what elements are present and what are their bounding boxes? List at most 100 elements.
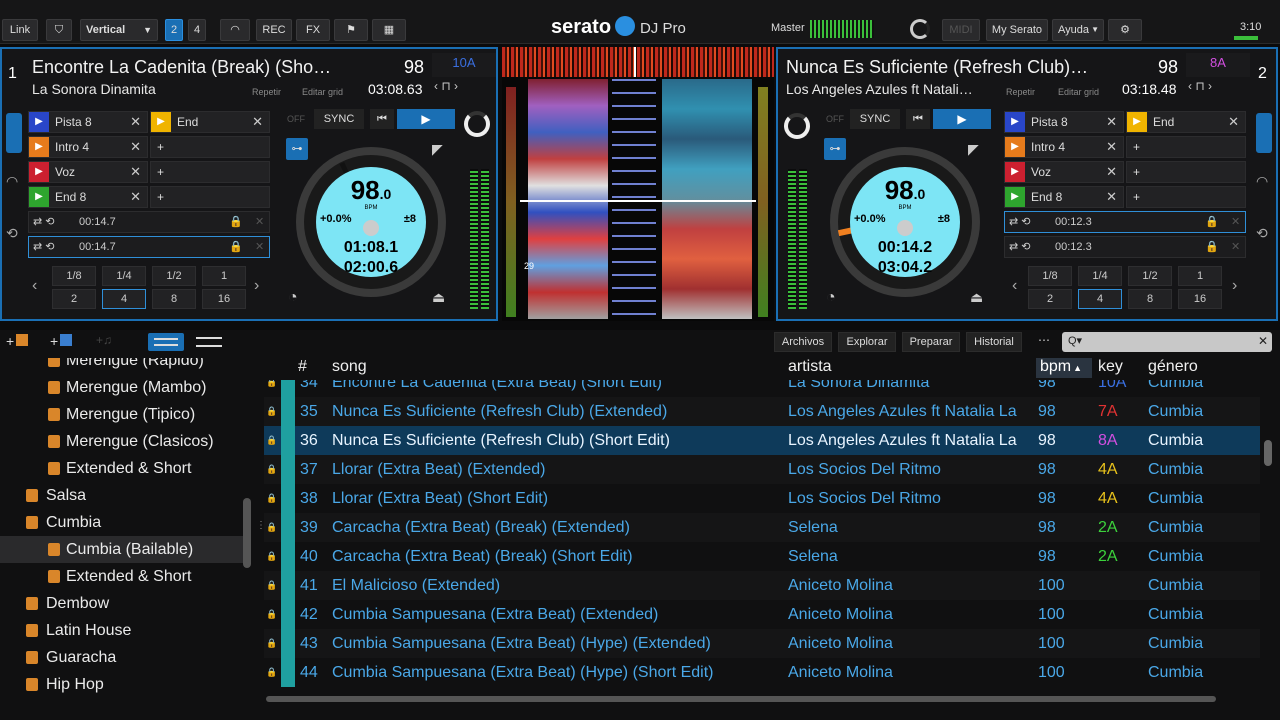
keylock-icon[interactable]: ◤ xyxy=(432,141,443,158)
cue-add-button[interactable]: + xyxy=(150,136,270,158)
close-icon[interactable]: ✕ xyxy=(130,137,141,157)
cue-mode-icon[interactable] xyxy=(1256,113,1272,153)
headphones-icon[interactable]: ◠ xyxy=(1256,173,1268,190)
settings-button[interactable]: ⚙ xyxy=(1108,19,1142,41)
add-crate-button[interactable]: + xyxy=(6,333,29,349)
loop-mode-icon[interactable]: ⟲ xyxy=(1256,225,1268,242)
beatjump-left[interactable]: ‹ xyxy=(1012,277,1017,295)
beatjump-left[interactable]: ‹ xyxy=(32,277,37,295)
cue-point-4[interactable]: ▶ End 8 ✕ xyxy=(28,186,148,208)
fx-link-icon[interactable]: ⊶ xyxy=(286,138,308,160)
loop-size-1-4[interactable]: 1/4 xyxy=(102,266,146,286)
midi-button[interactable]: MIDI xyxy=(942,19,980,41)
saved-loop-1[interactable]: ⇄ ⟲ 00:12.3 🔒 ✕ xyxy=(1004,211,1246,233)
deck-count-2-button[interactable]: 2 xyxy=(165,19,183,41)
keyboard-button[interactable]: ▦ xyxy=(372,19,406,41)
cue-point-1[interactable]: ▶ Pista 8 ✕ xyxy=(28,111,148,133)
loop-mode-icon[interactable]: ⟲ xyxy=(6,225,18,242)
close-icon[interactable]: ✕ xyxy=(1231,212,1240,232)
play-button[interactable]: ▶ xyxy=(933,109,991,129)
repeat-label[interactable]: Repetir xyxy=(1006,87,1035,97)
edit-grid-label[interactable]: Editar grid xyxy=(302,87,343,97)
tempo-knob[interactable] xyxy=(464,111,490,137)
column-header-key[interactable]: key xyxy=(1098,358,1123,376)
shield-button[interactable]: ⛉ xyxy=(46,19,72,41)
master-volume-knob[interactable] xyxy=(910,19,930,39)
horizontal-scrollbar[interactable] xyxy=(266,696,1216,702)
add-subcrate-button[interactable]: +♫ xyxy=(96,333,112,347)
table-row[interactable]: 🔒 41 El Malicioso (Extended) Aniceto Molina… xyxy=(264,571,1260,600)
loop-size-2[interactable]: 2 xyxy=(1028,289,1072,309)
cue-point-2[interactable]: ▶ Intro 4 ✕ xyxy=(1004,136,1124,158)
close-icon[interactable]: ✕ xyxy=(130,187,141,207)
clear-search-icon[interactable]: ✕ xyxy=(1258,334,1268,348)
cue-add-button[interactable]: + xyxy=(1126,161,1246,183)
tempo-knob[interactable] xyxy=(784,113,810,139)
close-icon[interactable]: ✕ xyxy=(130,162,141,182)
loop-size-1-4[interactable]: 1/4 xyxy=(1078,266,1122,286)
close-icon[interactable]: ✕ xyxy=(255,212,264,232)
loop-size-1-2[interactable]: 1/2 xyxy=(1128,266,1172,286)
loop-size-16[interactable]: 16 xyxy=(202,289,246,309)
table-row[interactable]: 🔒 38 Llorar (Extra Beat) (Short Edit) Los S… xyxy=(264,484,1260,513)
off-button[interactable]: OFF xyxy=(287,114,305,124)
tab-historial[interactable]: Historial xyxy=(966,332,1022,352)
saved-loop-1[interactable]: ⇄ ⟲ 00:14.7 🔒 ✕ xyxy=(28,211,270,233)
loop-size-1-8[interactable]: 1/8 xyxy=(1028,266,1072,286)
off-button[interactable]: OFF xyxy=(826,114,844,124)
edit-grid-label[interactable]: Editar grid xyxy=(1058,87,1099,97)
table-row[interactable]: 🔒 39 Carcacha (Extra Beat) (Break) (Extend… xyxy=(264,513,1260,542)
cue-add-button[interactable]: + xyxy=(1126,136,1246,158)
add-smart-crate-button[interactable]: + xyxy=(50,333,73,349)
column-header-num[interactable]: # xyxy=(298,358,307,376)
link-button[interactable]: Link xyxy=(2,19,38,41)
deck-nav-buttons[interactable]: ‹ ⊓ › xyxy=(434,79,496,99)
column-header-genre[interactable]: género xyxy=(1148,358,1198,376)
play-button[interactable]: ▶ xyxy=(397,109,455,129)
lock-icon[interactable]: 🔒 xyxy=(1205,212,1219,232)
lock-icon[interactable]: 🔒 xyxy=(229,212,243,232)
list-view-button[interactable] xyxy=(192,333,226,351)
loop-size-1-8[interactable]: 1/8 xyxy=(52,266,96,286)
repeat-label[interactable]: Repetir xyxy=(252,87,281,97)
column-header-bpm[interactable]: bpm ▲ xyxy=(1036,358,1092,378)
close-icon[interactable]: ✕ xyxy=(252,112,263,132)
keylock-icon[interactable]: ◤ xyxy=(968,141,979,158)
tab-preparar[interactable]: Preparar xyxy=(902,332,960,352)
eject-button[interactable]: ⏏ xyxy=(432,289,445,306)
rec-button[interactable]: REC xyxy=(256,19,292,41)
table-row[interactable]: 🔒 37 Llorar (Extra Beat) (Extended) Los Soc… xyxy=(264,455,1260,484)
loop-size-4[interactable]: 4 xyxy=(1078,289,1122,309)
cue-point-5[interactable]: ▶ End ✕ xyxy=(150,111,270,133)
column-header-song[interactable]: song xyxy=(332,358,367,376)
cue-mode-icon[interactable] xyxy=(6,113,22,153)
album-view-button[interactable] xyxy=(148,333,184,351)
cue-add-button[interactable]: + xyxy=(1126,186,1246,208)
crate-item[interactable]: Merengue (Rapido) xyxy=(0,358,243,374)
sync-button[interactable]: SYNC xyxy=(314,109,364,129)
close-icon[interactable]: ✕ xyxy=(1106,187,1117,207)
cue-add-button[interactable]: + xyxy=(150,161,270,183)
virtual-deck-platter[interactable]: 98.0 BPM +0.0% ±8 01:08.1 02:00.6 xyxy=(296,147,446,297)
loop-size-8[interactable]: 8 xyxy=(152,289,196,309)
table-row[interactable]: 🔒 40 Carcacha (Extra Beat) (Break) (Short … xyxy=(264,542,1260,571)
loop-size-1-2[interactable]: 1/2 xyxy=(152,266,196,286)
lock-icon[interactable]: 🔒 xyxy=(1205,237,1219,257)
cue-add-button[interactable]: + xyxy=(150,186,270,208)
loop-size-4[interactable]: 4 xyxy=(102,289,146,309)
cue-point-5[interactable]: ▶ End ✕ xyxy=(1126,111,1246,133)
eject-button[interactable]: ⏏ xyxy=(970,289,983,306)
close-icon[interactable]: ✕ xyxy=(1106,162,1117,182)
loop-size-1[interactable]: 1 xyxy=(1178,266,1222,286)
virtual-deck-platter[interactable]: 98.0 BPM +0.0% ±8 00:14.2 03:04.2 xyxy=(830,147,980,297)
fx-button[interactable]: FX xyxy=(296,19,330,41)
headphones-button[interactable]: ◠ xyxy=(220,19,250,41)
table-row[interactable]: 🔒 44 Cumbia Sampuesana (Extra Beat) (Hype)… xyxy=(264,658,1260,687)
beatjump-right[interactable]: › xyxy=(1232,277,1237,295)
column-header-artist[interactable]: artista xyxy=(788,358,832,376)
slip-icon[interactable]: ◔ xyxy=(288,289,298,307)
search-input[interactable]: Q▾ ✕ xyxy=(1062,332,1272,352)
loop-size-2[interactable]: 2 xyxy=(52,289,96,309)
cue-point-1[interactable]: ▶ Pista 8 ✕ xyxy=(1004,111,1124,133)
close-icon[interactable]: ✕ xyxy=(1228,112,1239,132)
